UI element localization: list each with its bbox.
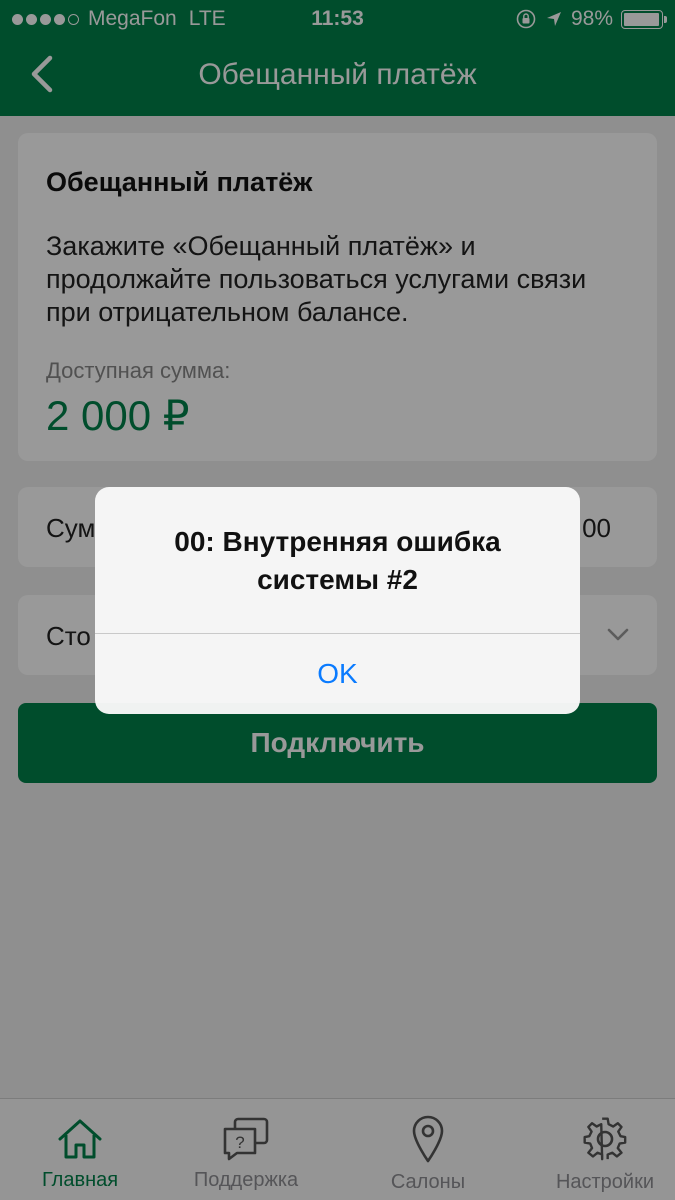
error-alert-dialog: 00: Внутренняя ошибка системы #2 OK xyxy=(95,487,580,714)
alert-ok-button[interactable]: OK xyxy=(95,634,580,714)
alert-title: 00: Внутренняя ошибка системы #2 xyxy=(174,526,501,595)
